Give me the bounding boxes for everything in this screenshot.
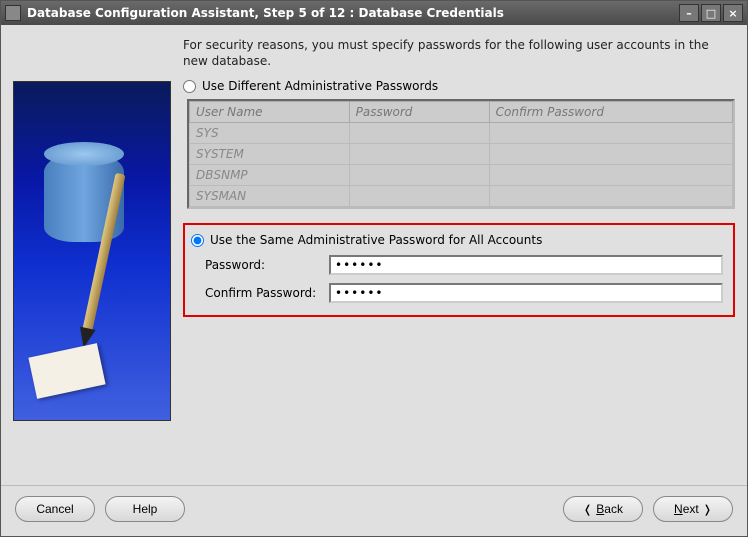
password-row: Password: — [205, 255, 723, 275]
main-panel: For security reasons, you must specify p… — [183, 37, 735, 485]
password-input[interactable] — [329, 255, 723, 275]
radio-different[interactable] — [183, 80, 196, 93]
minimize-button[interactable]: – — [679, 4, 699, 22]
window: Database Configuration Assistant, Step 5… — [0, 0, 748, 537]
cell-confirm — [489, 144, 732, 165]
cell-username: SYSTEM — [190, 144, 350, 165]
cell-password — [349, 144, 489, 165]
help-button[interactable]: Help — [105, 496, 185, 522]
cell-password — [349, 186, 489, 207]
cell-username: SYSMAN — [190, 186, 350, 207]
next-button[interactable]: Next ❭ — [653, 496, 733, 522]
cell-username: DBSNMP — [190, 165, 350, 186]
instruction-text: For security reasons, you must specify p… — [183, 37, 735, 69]
cell-password — [349, 165, 489, 186]
table-row: DBSNMP — [190, 165, 733, 186]
cell-confirm — [489, 165, 732, 186]
footer-left-buttons: Cancel Help — [15, 496, 185, 522]
option-same-password[interactable]: Use the Same Administrative Password for… — [191, 233, 723, 247]
same-password-section: Use the Same Administrative Password for… — [183, 223, 735, 317]
col-username: User Name — [190, 102, 350, 123]
close-button[interactable]: × — [723, 4, 743, 22]
table-row: SYSTEM — [190, 144, 733, 165]
window-title: Database Configuration Assistant, Step 5… — [27, 6, 679, 20]
table-row: SYS — [190, 123, 733, 144]
maximize-button[interactable]: □ — [701, 4, 721, 22]
content-area: For security reasons, you must specify p… — [1, 25, 747, 485]
option-same-label: Use the Same Administrative Password for… — [210, 233, 542, 247]
radio-same[interactable] — [191, 234, 204, 247]
app-icon — [5, 5, 21, 21]
tag-icon — [28, 343, 105, 399]
password-label: Password: — [205, 258, 323, 272]
chevron-left-icon: ❬ — [583, 503, 592, 516]
chevron-right-icon: ❭ — [703, 503, 712, 516]
confirm-password-input[interactable] — [329, 283, 723, 303]
col-password: Password — [349, 102, 489, 123]
passwords-table: User Name Password Confirm Password SYS — [187, 99, 735, 209]
cell-confirm — [489, 123, 732, 144]
back-button[interactable]: ❬ Back — [563, 496, 643, 522]
cell-username: SYS — [190, 123, 350, 144]
window-controls: – □ × — [679, 4, 743, 22]
cell-confirm — [489, 186, 732, 207]
footer-right-buttons: ❬ Back Next ❭ — [563, 496, 733, 522]
cancel-button[interactable]: Cancel — [15, 496, 95, 522]
option-different-label: Use Different Administrative Passwords — [202, 79, 438, 93]
titlebar: Database Configuration Assistant, Step 5… — [1, 1, 747, 25]
option-different-passwords[interactable]: Use Different Administrative Passwords — [183, 79, 735, 93]
table-row: SYSMAN — [190, 186, 733, 207]
cell-password — [349, 123, 489, 144]
wizard-illustration — [13, 81, 171, 421]
confirm-password-row: Confirm Password: — [205, 283, 723, 303]
footer: Cancel Help ❬ Back Next ❭ — [1, 485, 747, 536]
col-confirm: Confirm Password — [489, 102, 732, 123]
confirm-password-label: Confirm Password: — [205, 286, 323, 300]
